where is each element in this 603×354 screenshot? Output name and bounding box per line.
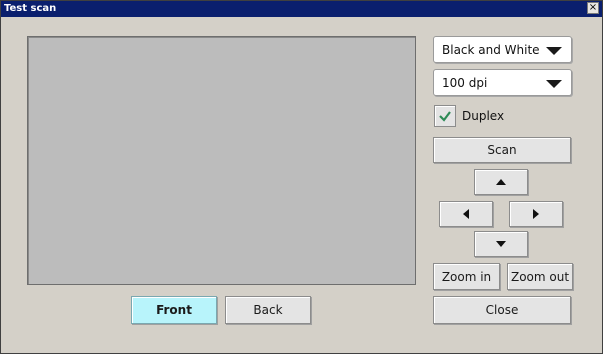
arrow-left-icon — [463, 209, 469, 219]
duplex-checkbox[interactable] — [434, 105, 456, 127]
close-button[interactable]: Close — [433, 296, 571, 324]
pan-down-button[interactable] — [474, 231, 528, 257]
resolution-select[interactable]: 100 dpi — [433, 69, 572, 96]
resolution-value: 100 dpi — [442, 76, 488, 90]
test-scan-dialog: Test scan × Front Back Black and White 1… — [0, 0, 603, 354]
title-bar: Test scan × — [1, 1, 602, 17]
close-icon: × — [588, 2, 598, 13]
duplex-label: Duplex — [462, 109, 505, 123]
arrow-up-icon — [496, 179, 506, 185]
dropdown-arrow-icon — [546, 80, 562, 88]
arrow-right-icon — [533, 209, 539, 219]
color-mode-select[interactable]: Black and White — [433, 36, 572, 63]
back-button[interactable]: Back — [225, 296, 311, 324]
scan-preview-area — [27, 36, 416, 285]
zoom-in-button[interactable]: Zoom in — [433, 263, 500, 290]
pan-up-button[interactable] — [474, 169, 528, 195]
close-window-button[interactable]: × — [587, 2, 599, 14]
checkmark-icon — [439, 111, 451, 122]
zoom-out-button[interactable]: Zoom out — [507, 263, 573, 290]
window-title: Test scan — [4, 3, 57, 14]
color-mode-value: Black and White — [442, 43, 540, 57]
front-button[interactable]: Front — [131, 296, 217, 324]
arrow-down-icon — [496, 241, 506, 247]
scan-button[interactable]: Scan — [433, 137, 571, 163]
dropdown-arrow-icon — [546, 47, 562, 55]
pan-left-button[interactable] — [439, 201, 493, 227]
pan-right-button[interactable] — [509, 201, 563, 227]
